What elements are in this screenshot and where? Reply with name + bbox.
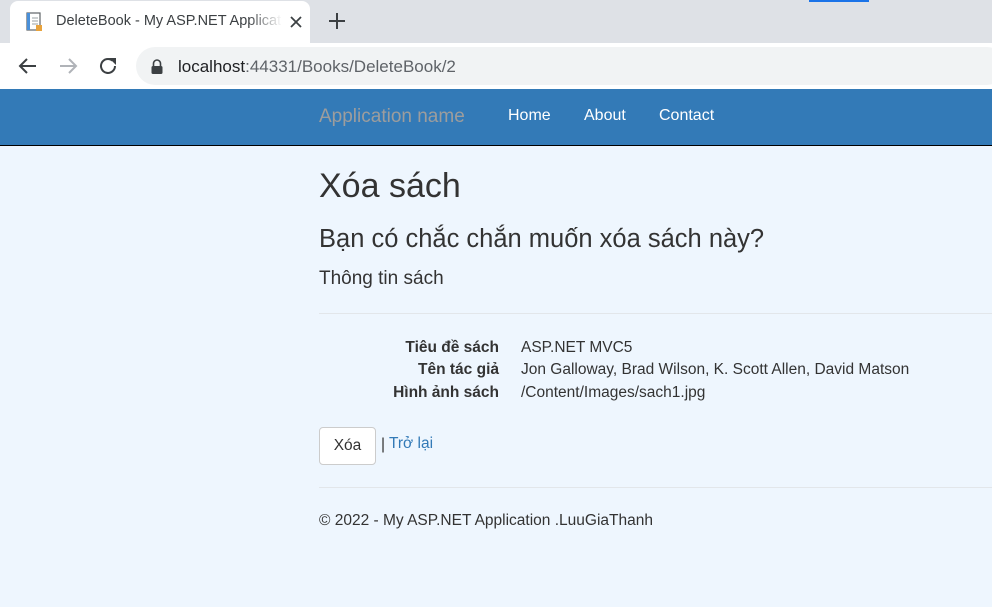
nav-link-about[interactable]: About <box>584 107 626 125</box>
page-title: Xóa sách <box>319 167 461 205</box>
field-term-author: Tên tác giả <box>418 361 499 378</box>
divider <box>319 313 992 314</box>
browser-tabstrip: DeleteBook - My ASP.NET Application <box>0 0 992 43</box>
field-value-author: Jon Galloway, Brad Wilson, K. Scott Alle… <box>521 361 910 378</box>
browser-toolbar: localhost:44331/Books/DeleteBook/2 <box>0 43 992 89</box>
back-link[interactable]: Trở lại <box>389 435 433 453</box>
footer-divider <box>319 487 992 488</box>
address-bar[interactable]: localhost:44331/Books/DeleteBook/2 <box>136 47 992 85</box>
field-value-image: /Content/Images/sach1.jpg <box>521 384 706 401</box>
delete-button[interactable]: Xóa <box>319 427 376 465</box>
confirm-question: Bạn có chắc chắn muốn xóa sách này? <box>319 225 765 253</box>
browser-tab[interactable]: DeleteBook - My ASP.NET Application <box>10 1 310 43</box>
close-icon[interactable] <box>286 12 306 32</box>
app-navbar: Application name Home About Contact <box>0 89 992 146</box>
nav-link-contact[interactable]: Contact <box>659 107 714 125</box>
url-text[interactable]: localhost:44331/Books/DeleteBook/2 <box>178 57 456 77</box>
tab-title: DeleteBook - My ASP.NET Application <box>56 13 282 29</box>
lock-icon[interactable] <box>150 59 164 74</box>
field-term-image: Hình ảnh sách <box>393 384 499 401</box>
document-icon <box>26 12 42 31</box>
back-arrow-icon[interactable] <box>15 53 41 79</box>
footer-text: © 2022 - My ASP.NET Application .LuuGiaT… <box>319 512 653 529</box>
nav-link-home[interactable]: Home <box>508 107 551 125</box>
reload-icon[interactable] <box>95 53 121 79</box>
link-separator: | <box>381 436 386 453</box>
url-host: localhost <box>178 57 246 76</box>
plus-icon[interactable] <box>326 10 348 32</box>
brand-link[interactable]: Application name <box>319 106 465 128</box>
field-value-title: ASP.NET MVC5 <box>521 339 633 356</box>
forward-arrow-icon[interactable] <box>55 53 81 79</box>
url-path: :44331/Books/DeleteBook/2 <box>245 57 456 76</box>
tabstrip-accent <box>809 0 869 2</box>
book-info-heading: Thông tin sách <box>319 268 444 289</box>
field-term-title: Tiêu đề sách <box>405 339 499 356</box>
